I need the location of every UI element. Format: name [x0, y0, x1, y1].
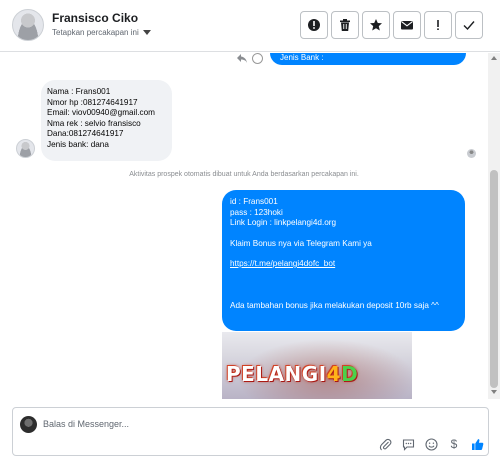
scrollbar-thumb[interactable] — [490, 170, 498, 388]
reply-composer: $ — [12, 407, 489, 456]
delete-button[interactable] — [331, 11, 359, 39]
payment-button[interactable]: $ — [447, 437, 461, 451]
attach-button[interactable] — [378, 437, 392, 451]
conversation-header: Fransisco Ciko Tetapkan percakapan ini — [0, 0, 500, 52]
outgoing-line: Klaim Bonus nya via Telegram Kami ya — [230, 238, 372, 248]
emoji-icon — [424, 437, 438, 451]
outgoing-line: Link Login : linkpelangi4d.org — [230, 218, 337, 227]
promo-image[interactable]: PELANGI4D — [222, 332, 412, 399]
like-button[interactable] — [470, 437, 484, 451]
seen-indicator-avatar — [467, 149, 476, 158]
thumbs-up-icon — [471, 438, 483, 450]
outgoing-line: id : Frans001 — [230, 197, 278, 206]
outgoing-line: pass : 123hoki — [230, 207, 283, 217]
check-icon — [463, 21, 475, 31]
assign-conversation-dropdown[interactable]: Tetapkan percakapan ini — [52, 28, 151, 37]
incoming-line: Nama : Frans001 — [47, 87, 111, 96]
sender-avatar — [16, 139, 35, 158]
follow-up-button[interactable] — [424, 11, 452, 39]
quick-reply-button[interactable] — [401, 437, 415, 451]
scroll-up-arrow-icon[interactable] — [491, 56, 497, 60]
telegram-link[interactable]: https://t.me/pelangi4dofc_bot — [230, 259, 457, 270]
contact-avatar[interactable] — [12, 9, 44, 41]
message-list[interactable]: Jenis Bank : Nama : Frans001 Nmor hp :08… — [0, 53, 500, 399]
mark-unread-button[interactable] — [393, 11, 421, 39]
message-bubble-outgoing: id : Frans001 pass : 123hoki Link Login … — [222, 190, 465, 331]
trash-icon — [340, 19, 350, 31]
chevron-down-icon — [142, 30, 151, 35]
incoming-line: Nma rek : selvio fransisco — [47, 118, 141, 128]
alert-circle-icon — [308, 19, 320, 31]
composer-actions: $ — [369, 437, 484, 451]
conversation-toolbar — [300, 11, 486, 39]
reply-input[interactable] — [43, 416, 463, 432]
incoming-line: Nmor hp :081274641917 — [47, 97, 138, 107]
paperclip-icon — [379, 438, 391, 450]
incoming-line: Jenis bank: dana — [47, 139, 109, 149]
outgoing-line: Ada tambahan bonus jika melakukan deposi… — [230, 300, 439, 310]
contact-name[interactable]: Fransisco Ciko — [52, 11, 138, 25]
page-avatar — [20, 416, 37, 433]
done-button[interactable] — [455, 11, 483, 39]
reply-icon[interactable] — [236, 53, 248, 64]
star-icon — [370, 19, 382, 31]
dollar-icon: $ — [450, 437, 458, 451]
system-note: Aktivitas prospek otomatis dibuat untuk … — [129, 171, 359, 178]
quick-reply-icon — [402, 438, 414, 451]
assign-label: Tetapkan percakapan ini — [52, 28, 139, 37]
message-bubble-outgoing-partial: Jenis Bank : — [270, 53, 466, 65]
envelope-icon — [401, 21, 413, 30]
star-button[interactable] — [362, 11, 390, 39]
message-bubble-incoming: Nama : Frans001 Nmor hp :081274641917 Em… — [41, 80, 172, 161]
emoji-button[interactable] — [424, 437, 438, 451]
react-emoji-icon[interactable] — [252, 53, 263, 64]
incoming-line: Dana:081274641917 — [47, 129, 124, 139]
incoming-line: Email: viov00940@gmail.com — [47, 108, 155, 118]
scroll-down-arrow-icon[interactable] — [491, 390, 497, 394]
spam-button[interactable] — [300, 11, 328, 39]
promo-logo-text: PELANGI4D — [226, 362, 359, 386]
exclamation-icon — [437, 20, 439, 30]
partial-message-text: Jenis Bank : — [280, 53, 324, 62]
